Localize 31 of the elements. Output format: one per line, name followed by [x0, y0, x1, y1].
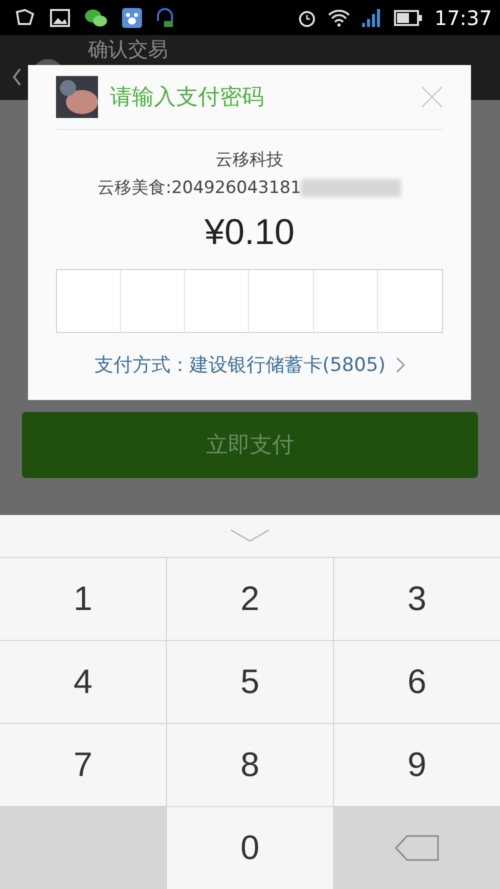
- payment-method-link[interactable]: 支付方式：建设银行储蓄卡(5805): [94, 351, 405, 380]
- chevron-icon: [396, 357, 405, 374]
- keypad-key[interactable]: 9: [334, 724, 500, 806]
- back-icon: [12, 67, 22, 87]
- battery-icon: [394, 10, 422, 26]
- chat-icon: [84, 8, 108, 28]
- avatar: [56, 76, 98, 118]
- keypad-key[interactable]: 7: [0, 724, 166, 806]
- wifi-icon: [328, 8, 350, 26]
- amount: ¥0.10: [204, 210, 295, 254]
- keypad-key[interactable]: 3: [334, 558, 500, 640]
- keypad-key[interactable]: 4: [0, 641, 166, 723]
- keypad-key[interactable]: 1: [0, 558, 166, 640]
- paw-icon: [122, 8, 142, 28]
- alarm-icon: [298, 8, 316, 26]
- password-field[interactable]: [56, 269, 443, 333]
- merchant-name: 云移科技: [216, 149, 284, 172]
- signal-icon: [362, 8, 382, 26]
- collapse-icon[interactable]: [230, 529, 270, 543]
- page-title: 确认交易: [88, 37, 168, 61]
- backspace-icon: [395, 835, 439, 861]
- image-icon: [50, 8, 70, 26]
- keypad-key[interactable]: 2: [167, 558, 333, 640]
- keypad-key[interactable]: 8: [167, 724, 333, 806]
- keypad-key[interactable]: 5: [167, 641, 333, 723]
- dialog-title: 请输入支付密码: [110, 84, 265, 112]
- status-time: 17:37: [434, 4, 492, 32]
- close-icon[interactable]: [421, 86, 443, 108]
- keypad-key[interactable]: 0: [167, 807, 333, 889]
- keypad-key[interactable]: 6: [334, 641, 500, 723]
- order-number: 云移美食:204926043181: [98, 176, 302, 200]
